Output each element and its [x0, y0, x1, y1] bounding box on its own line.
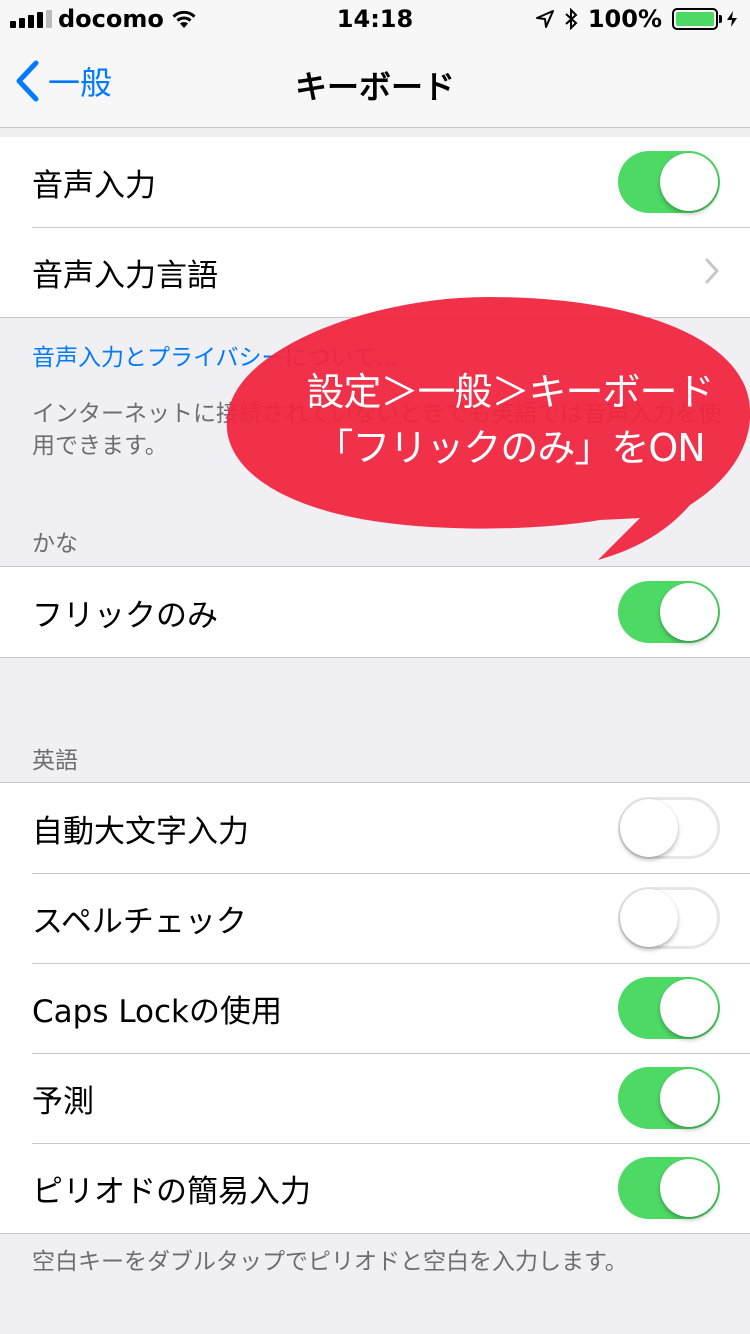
auto-capitalization-toggle[interactable]: [618, 797, 720, 859]
cell-dictation-language[interactable]: 音声入力言語: [0, 227, 750, 317]
dictation-group: 音声入力 音声入力言語: [0, 137, 750, 318]
section-header-kana: かな: [32, 531, 78, 557]
english-group: 自動大文字入力 スペルチェック Caps Lockの使用 予測 ピリオドの簡易入…: [0, 782, 750, 1234]
section-header-english: 英語: [32, 748, 78, 774]
kana-group: フリックのみ: [0, 566, 750, 658]
cell-label: Caps Lockの使用: [32, 993, 283, 1030]
cell-period-shortcut: ピリオドの簡易入力: [0, 1143, 750, 1233]
cell-label: 予測: [32, 1083, 94, 1120]
predictive-toggle[interactable]: [618, 1067, 720, 1129]
cell-label: フリックのみ: [32, 597, 218, 634]
status-bar: docomo 14:18 100%: [0, 0, 750, 40]
status-right: 100%: [535, 5, 738, 33]
dictation-toggle[interactable]: [618, 151, 720, 213]
flick-only-toggle[interactable]: [618, 581, 720, 643]
battery-icon: [672, 8, 738, 30]
cell-caps-lock: Caps Lockの使用: [0, 963, 750, 1053]
cell-label: スペルチェック: [32, 903, 247, 940]
cell-flick-only: フリックのみ: [0, 567, 750, 657]
location-icon: [535, 10, 554, 28]
navigation-bar: 一般 キーボード: [0, 40, 750, 128]
caps-lock-toggle[interactable]: [618, 977, 720, 1039]
cell-auto-capitalization: 自動大文字入力: [0, 783, 750, 873]
cell-label: 自動大文字入力: [32, 813, 249, 850]
cell-label: 音声入力: [32, 167, 156, 204]
cell-spell-check: スペルチェック: [0, 873, 750, 963]
period-shortcut-toggle[interactable]: [618, 1157, 720, 1219]
english-footer: 空白キーをダブルタップでピリオドと空白を入力します。: [32, 1249, 628, 1275]
bluetooth-icon: [565, 8, 578, 30]
cell-dictation: 音声入力: [0, 137, 750, 227]
spell-check-toggle[interactable]: [618, 887, 720, 949]
chevron-right-icon: [705, 258, 719, 284]
cell-label: 音声入力言語: [32, 257, 218, 294]
annotation-line-1: 設定＞一般＞キーボード: [306, 370, 714, 414]
battery-percent: 100%: [587, 5, 662, 33]
cell-predictive: 予測: [0, 1053, 750, 1143]
page-title: キーボード: [294, 68, 455, 106]
cell-label: ピリオドの簡易入力: [32, 1173, 311, 1210]
annotation-text: 設定＞一般＞キーボード 「フリックのみ」をON: [230, 364, 750, 476]
annotation-line-2: 「フリックのみ」をON: [315, 426, 705, 470]
